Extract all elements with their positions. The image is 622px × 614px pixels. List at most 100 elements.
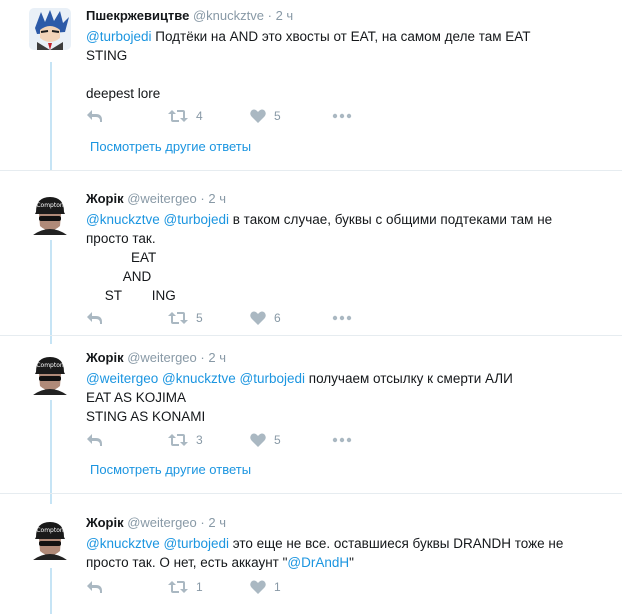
tweet-text-segment: EAT AS KOJIMA xyxy=(86,390,187,405)
more-button[interactable] xyxy=(332,437,354,443)
tweet-text-segment: deepest lore xyxy=(86,86,161,101)
mention-link[interactable]: @turbojedi xyxy=(164,536,230,551)
reply-button[interactable] xyxy=(86,580,168,594)
like-button[interactable]: 5 xyxy=(250,433,332,447)
tweet[interactable]: Пшекржевицтве @knuckztve · 2 ч @turbojed… xyxy=(0,0,622,170)
reply-button[interactable] xyxy=(86,109,168,123)
user-handle[interactable]: @weitergeo xyxy=(127,350,197,365)
retweet-button[interactable]: 4 xyxy=(168,109,250,123)
show-more-replies-link[interactable]: Посмотреть другие ответы xyxy=(90,462,251,477)
display-name[interactable]: Жорік xyxy=(86,515,124,530)
retweet-icon xyxy=(168,312,188,324)
tweet-text-segment: в таком случае, буквы с общими подтеками… xyxy=(229,212,553,227)
tweet-text: @weitergeo @knuckztve @turbojedi получае… xyxy=(86,369,592,426)
tweet[interactable]: Compton Жорік @weitergeo · 2 ч @knuckztv… xyxy=(0,185,622,335)
tweet-text-segment: STING AS KONAMI xyxy=(86,409,206,424)
user-handle[interactable]: @weitergeo xyxy=(127,191,197,206)
reply-button[interactable] xyxy=(86,311,168,325)
retweet-button[interactable]: 5 xyxy=(168,311,250,325)
more-button[interactable] xyxy=(332,315,354,321)
tweet-actions: 5 6 xyxy=(86,308,354,328)
display-name[interactable]: Пшекржевицтве xyxy=(86,8,189,23)
svg-text:Compton: Compton xyxy=(36,362,64,369)
tweet-text-line: STING AS KONAMI xyxy=(86,407,592,426)
separator xyxy=(0,170,622,171)
tweet[interactable]: Compton Жорік @weitergeo · 2 ч @weiterge… xyxy=(0,345,622,493)
tweet-text-line: STING xyxy=(86,46,592,65)
mention-link[interactable]: @turbojedi xyxy=(240,371,306,386)
display-name[interactable]: Жорік xyxy=(86,350,124,365)
retweet-button[interactable]: 3 xyxy=(168,433,250,447)
retweet-button[interactable]: 1 xyxy=(168,580,250,594)
mention-link[interactable]: @weitergeo xyxy=(86,371,158,386)
mention-link[interactable]: @knuckztve xyxy=(86,212,160,227)
tweet-text-segment: STING xyxy=(86,48,128,63)
tweet-text-segment: " xyxy=(349,555,354,570)
more-dots-icon xyxy=(332,113,352,119)
separator xyxy=(0,335,622,336)
user-handle[interactable]: @knuckztve xyxy=(193,8,264,23)
tweet-text-line: @weitergeo @knuckztve @turbojedi получае… xyxy=(86,369,592,388)
retweet-count: 5 xyxy=(196,311,203,325)
timestamp[interactable]: 2 ч xyxy=(208,515,226,530)
tweet-text-line: EAT xyxy=(86,248,592,267)
show-more-replies-link[interactable]: Посмотреть другие ответы xyxy=(90,139,251,154)
separator-dot: · xyxy=(267,8,272,23)
svg-text:Compton: Compton xyxy=(36,527,64,534)
more-button[interactable] xyxy=(332,113,354,119)
reply-button[interactable] xyxy=(86,433,168,447)
tweet[interactable]: Compton Жорік @weitergeo · 2 ч @knuckztv… xyxy=(0,510,622,614)
retweet-icon xyxy=(168,581,188,593)
tweet-text-line: @turbojedi Подтёки на AND это хвосты от … xyxy=(86,27,592,46)
tweet-actions: 1 1 xyxy=(86,577,332,597)
retweet-count: 4 xyxy=(196,109,203,123)
tweet-text-segment: EAT xyxy=(86,250,157,265)
tweet-text-segment: Подтёки на AND это хвосты от EAT, на сам… xyxy=(151,29,531,44)
tweet-actions: 4 5 xyxy=(86,106,354,126)
tweet-text: @knuckztve @turbojedi это еще не все. ос… xyxy=(86,534,592,572)
tweet-text-line: deepest lore xyxy=(86,84,592,103)
like-button[interactable]: 5 xyxy=(250,109,332,123)
like-count: 5 xyxy=(274,109,281,123)
avatar[interactable]: Compton xyxy=(29,518,71,560)
timestamp[interactable]: 2 ч xyxy=(208,350,226,365)
reply-icon xyxy=(87,434,102,446)
more-dots-icon xyxy=(332,315,352,321)
tweet-text: @turbojedi Подтёки на AND это хвосты от … xyxy=(86,27,592,103)
heart-icon xyxy=(250,433,266,447)
tweet-text-segment: просто так. xyxy=(86,231,156,246)
avatar[interactable] xyxy=(29,8,71,50)
mention-link[interactable]: @turbojedi xyxy=(86,29,152,44)
avatar[interactable]: Compton xyxy=(29,193,71,235)
tweet-text: @knuckztve @turbojedi в таком случае, бу… xyxy=(86,210,592,305)
timestamp[interactable]: 2 ч xyxy=(208,191,226,206)
tweet-text-segment: AND xyxy=(86,269,152,284)
avatar[interactable]: Compton xyxy=(29,353,71,395)
heart-icon xyxy=(250,109,266,123)
retweet-icon xyxy=(168,110,188,122)
tweet-header: Жорік @weitergeo · 2 ч xyxy=(86,191,592,207)
like-count: 1 xyxy=(274,580,281,594)
mention-link[interactable]: @knuckztve xyxy=(162,371,236,386)
mention-link[interactable]: @knuckztve xyxy=(86,536,160,551)
mention-link[interactable]: @turbojedi xyxy=(164,212,230,227)
tweet-header: Жорік @weitergeo · 2 ч xyxy=(86,515,592,531)
like-count: 6 xyxy=(274,311,281,325)
tweet-actions: 3 5 xyxy=(86,430,354,450)
retweet-count: 1 xyxy=(196,580,203,594)
tweet-text-line: AND xyxy=(86,267,592,286)
timestamp[interactable]: 2 ч xyxy=(276,8,294,23)
tweet-text-line: ST ING xyxy=(86,286,592,305)
tweet-text-line: просто так. О нет, есть аккаунт "@DrAndH… xyxy=(86,553,592,572)
tweet-header: Пшекржевицтве @knuckztve · 2 ч xyxy=(86,8,592,24)
mention-link[interactable]: @DrAndH xyxy=(287,555,349,570)
user-handle[interactable]: @weitergeo xyxy=(127,515,197,530)
like-button[interactable]: 6 xyxy=(250,311,332,325)
display-name[interactable]: Жорік xyxy=(86,191,124,206)
tweet-text-line: @knuckztve @turbojedi это еще не все. ос… xyxy=(86,534,592,553)
reply-icon xyxy=(87,581,102,593)
tweet-text-line xyxy=(86,65,592,84)
like-count: 5 xyxy=(274,433,281,447)
like-button[interactable]: 1 xyxy=(250,580,332,594)
retweet-count: 3 xyxy=(196,433,203,447)
